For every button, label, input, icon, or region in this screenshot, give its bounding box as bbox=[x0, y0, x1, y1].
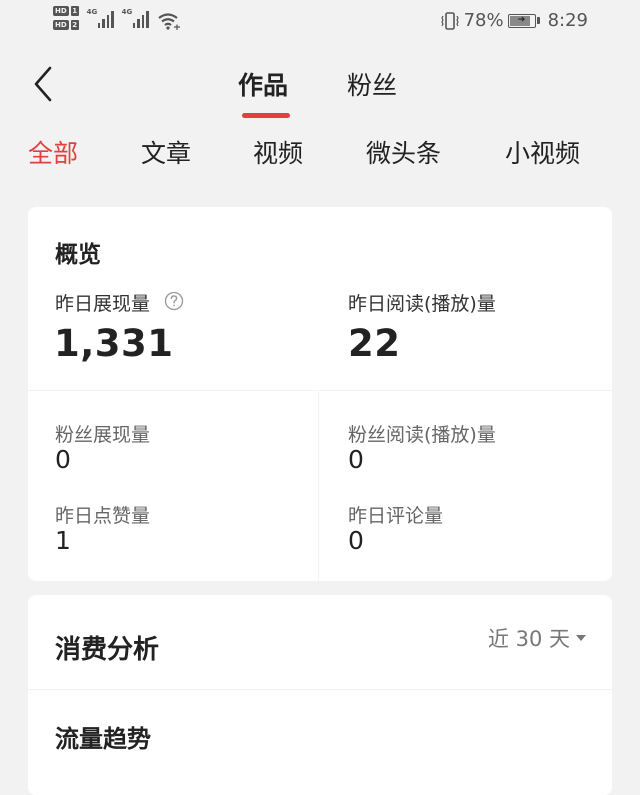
sim-number: 2 bbox=[70, 20, 79, 30]
battery-percent: 78% bbox=[463, 10, 504, 31]
sim-indicators: HD 1 HD 2 bbox=[53, 6, 79, 30]
fan-reads-value: 0 bbox=[348, 445, 364, 474]
fan-reads-label: 粉丝阅读(播放)量 bbox=[348, 424, 496, 446]
wifi-icon bbox=[157, 13, 180, 30]
traffic-trend-title: 流量趋势 bbox=[55, 725, 151, 753]
yesterday-reads-value: 22 bbox=[348, 322, 401, 365]
divider bbox=[28, 390, 612, 391]
consumption-analysis-card: 消费分析 近 30 天 流量趋势 bbox=[28, 595, 612, 795]
overview-card: 概览 昨日展现量 1,331 昨日阅读(播放)量 22 粉丝展现量 0 粉丝阅读… bbox=[28, 207, 612, 581]
caret-down-icon bbox=[576, 635, 586, 641]
divider bbox=[28, 689, 612, 690]
yesterday-comments-value: 0 bbox=[348, 526, 364, 555]
overview-title: 概览 bbox=[55, 242, 101, 268]
clock: 8:29 bbox=[547, 10, 588, 31]
fan-impressions-label: 粉丝展现量 bbox=[55, 424, 151, 446]
date-range-label: 近 30 天 bbox=[487, 627, 570, 651]
signal-icon: 4G bbox=[87, 6, 114, 30]
consumption-analysis-title: 消费分析 bbox=[55, 635, 160, 665]
question-circle-icon[interactable] bbox=[164, 291, 184, 311]
hd-badge: HD bbox=[53, 20, 69, 30]
status-bar-left: HD 1 HD 2 4G 4G bbox=[53, 6, 181, 30]
category-tab-videos[interactable]: 视频 bbox=[253, 134, 303, 170]
fan-impressions-value: 0 bbox=[55, 445, 71, 474]
category-tab-short-videos[interactable]: 小视频 bbox=[505, 134, 580, 170]
tab-fans[interactable]: 粉丝 bbox=[347, 66, 397, 102]
top-tab-bar: 作品 粉丝 bbox=[0, 60, 640, 120]
status-bar-right: 78% ➔ 8:29 bbox=[440, 10, 588, 31]
hd-badge: HD bbox=[53, 6, 69, 16]
divider bbox=[318, 391, 319, 581]
category-tab-all[interactable]: 全部 bbox=[28, 134, 78, 170]
sim1-indicator: HD 1 bbox=[53, 6, 79, 16]
yesterday-impressions-value: 1,331 bbox=[54, 322, 174, 365]
yesterday-impressions-label: 昨日展现量 bbox=[55, 293, 151, 315]
vibrate-icon bbox=[440, 11, 459, 30]
battery-tip bbox=[536, 17, 540, 24]
sim-number: 1 bbox=[70, 6, 79, 16]
yesterday-comments-label: 昨日评论量 bbox=[348, 505, 444, 527]
category-tab-micro-posts[interactable]: 微头条 bbox=[366, 134, 441, 170]
status-bar: HD 1 HD 2 4G 4G 78% ➔ 8:29 bbox=[0, 0, 640, 46]
date-range-select[interactable]: 近 30 天 bbox=[488, 623, 586, 653]
category-tab-articles[interactable]: 文章 bbox=[141, 134, 191, 170]
network-type: 4G bbox=[86, 8, 98, 16]
sim2-indicator: HD 2 bbox=[53, 20, 79, 30]
battery-charging-icon: ➔ bbox=[507, 13, 536, 28]
yesterday-likes-value: 1 bbox=[55, 526, 71, 555]
network-type: 4G bbox=[121, 8, 133, 16]
signal-icon: 4G bbox=[122, 6, 149, 30]
active-tab-indicator bbox=[242, 113, 290, 118]
yesterday-reads-label: 昨日阅读(播放)量 bbox=[348, 293, 496, 315]
category-tab-bar: 全部 文章 视频 微头条 小视频 bbox=[0, 134, 640, 174]
yesterday-likes-label: 昨日点赞量 bbox=[55, 505, 151, 527]
tab-works[interactable]: 作品 bbox=[238, 66, 288, 102]
